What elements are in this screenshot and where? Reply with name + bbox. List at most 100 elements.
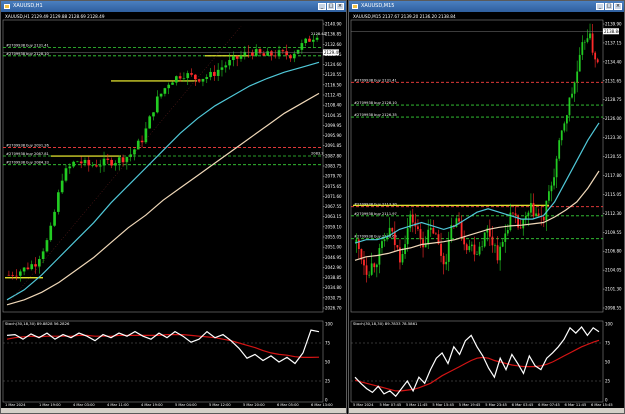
- candle-body: [129, 154, 132, 158]
- candle-body: [296, 49, 300, 54]
- candle-body: [68, 166, 72, 169]
- candle-body: [216, 69, 220, 76]
- price-axis-label: 2059.10: [325, 224, 342, 229]
- stochastic-axis-label: 100: [605, 322, 613, 327]
- candle-body: [478, 246, 481, 255]
- chart-window-h1[interactable]: XAUUSD,H1 _ □ × XAUUSD,H1 2129.49 2129.8…: [0, 0, 347, 414]
- candle-body: [190, 73, 193, 75]
- candle-body: [401, 254, 404, 263]
- stochastic-axis-label: 75: [605, 341, 611, 346]
- stochastic-axis-label: 100: [325, 322, 333, 327]
- minimize-button[interactable]: _: [596, 3, 604, 10]
- candle-body: [194, 74, 197, 80]
- window-controls: _ □ ×: [318, 3, 344, 10]
- candle-body: [235, 56, 239, 59]
- candle-body: [285, 51, 288, 56]
- candle-body: [501, 241, 504, 247]
- candle-body: [197, 79, 201, 82]
- time-axis-label: 5 Mar 07:45: [379, 403, 401, 407]
- maximize-button[interactable]: □: [327, 3, 335, 10]
- time-axis-label: 5 Mar 04:00: [175, 403, 197, 407]
- price-axis-label: 2126.00: [605, 116, 622, 121]
- candle-body: [427, 229, 430, 245]
- price-axis-label: 2108.40: [325, 103, 342, 108]
- stochastic-main-line: [6, 329, 320, 365]
- candle-body: [491, 236, 494, 246]
- candle-body: [429, 227, 432, 230]
- order-level-label: #2709938 buy 2128.10: [354, 101, 398, 105]
- candle-body: [114, 163, 117, 166]
- price-chart-h1[interactable]: XAUUSD,H1 2129.49 2129.88 2128.69 2128.4…: [1, 12, 346, 412]
- candle-body: [440, 243, 442, 256]
- candle-body: [573, 82, 576, 94]
- candle-body: [542, 216, 545, 221]
- reference-price-tag: 2083.3: [311, 151, 324, 155]
- price-axis-label: 2099.95: [325, 123, 342, 128]
- stochastic-axis-label: 0: [605, 398, 608, 403]
- candle-body: [60, 180, 64, 193]
- chart-window-m15[interactable]: XAUUSD,M15 _ □ × XAUUSD,M15 2137.67 2139…: [348, 0, 625, 414]
- candle-body: [435, 233, 437, 235]
- candle-body: [589, 33, 591, 39]
- close-button[interactable]: ×: [614, 3, 622, 10]
- price-axis-label: 2051.00: [325, 245, 342, 250]
- candle-body: [308, 38, 311, 42]
- minimize-button[interactable]: _: [318, 3, 326, 10]
- candle-body: [91, 165, 94, 166]
- candle-body: [532, 203, 535, 217]
- order-level-label: #2709938 buy 2108.64: [354, 235, 398, 239]
- candle-body: [560, 130, 563, 141]
- window-titlebar[interactable]: XAUUSD,M15: [349, 1, 624, 12]
- close-button[interactable]: ×: [336, 3, 344, 10]
- stochastic-axis-label: 50: [325, 360, 331, 365]
- candle-body: [447, 239, 450, 262]
- candle-body: [87, 159, 91, 166]
- price-axis-label: 2106.80: [605, 249, 622, 254]
- time-axis-label: 4 Mar 11:00: [107, 403, 129, 407]
- candle-body: [463, 237, 466, 245]
- candle-body: [209, 71, 212, 78]
- price-axis-label: 2098.55: [605, 306, 622, 311]
- price-axis-label: 2042.90: [325, 265, 342, 270]
- candle-body: [174, 76, 178, 83]
- time-axis-label: 6 Mar 07:45: [538, 403, 560, 407]
- candle-body: [391, 227, 394, 232]
- order-level-label: #2709938 buy 2087.81: [6, 152, 49, 156]
- reference-price-tag: 2128.43: [311, 32, 326, 36]
- candle-body: [375, 264, 378, 268]
- candle-body: [530, 203, 532, 213]
- price-axis-label: 2115.05: [605, 192, 622, 197]
- candle-body: [95, 165, 98, 167]
- stochastic-title: Stoch(30,18,30) 89.8828 56.2826: [5, 321, 70, 326]
- candle-body: [555, 158, 558, 178]
- candle-body: [535, 213, 537, 217]
- price-chart-m15[interactable]: XAUUSD,M15 2137.67 2139.20 2136.20 2138.…: [349, 12, 624, 412]
- candle-body: [470, 244, 473, 247]
- time-axis-label: 6 Mar 15:45: [591, 403, 613, 407]
- stochastic-axis-label: 25: [605, 379, 611, 384]
- main-pane-frame: [2, 19, 324, 313]
- maximize-button[interactable]: □: [605, 3, 613, 10]
- candle-body: [558, 140, 561, 159]
- time-axis-label: 5 Mar 19:45: [459, 403, 481, 407]
- window-titlebar[interactable]: XAUUSD,H1: [1, 1, 346, 12]
- candle-body: [178, 76, 182, 79]
- time-axis-label: 1 Mar 2024: [5, 403, 26, 407]
- candle-body: [7, 274, 11, 276]
- candle-body: [522, 219, 525, 229]
- price-axis-label: 2083.75: [325, 164, 342, 169]
- candle-body: [102, 158, 106, 166]
- price-axis-label: 2128.75: [605, 97, 622, 102]
- candle-body: [568, 97, 571, 116]
- candle-body: [311, 39, 315, 42]
- candle-body: [155, 96, 159, 113]
- price-header: XAUUSD,M15 2137.67 2139.20 2136.20 2138.…: [353, 14, 456, 19]
- candle-body: [121, 157, 125, 163]
- time-axis-label: 4 Mar 19:00: [141, 403, 163, 407]
- candle-body: [224, 65, 228, 68]
- candle-body: [277, 50, 281, 57]
- price-axis-label: 2123.30: [605, 135, 622, 140]
- price-axis-label: 2112.30: [605, 211, 622, 216]
- candle-body: [548, 191, 550, 201]
- price-header: XAUUSD,H1 2129.49 2129.88 2128.69 2128.4…: [5, 14, 105, 19]
